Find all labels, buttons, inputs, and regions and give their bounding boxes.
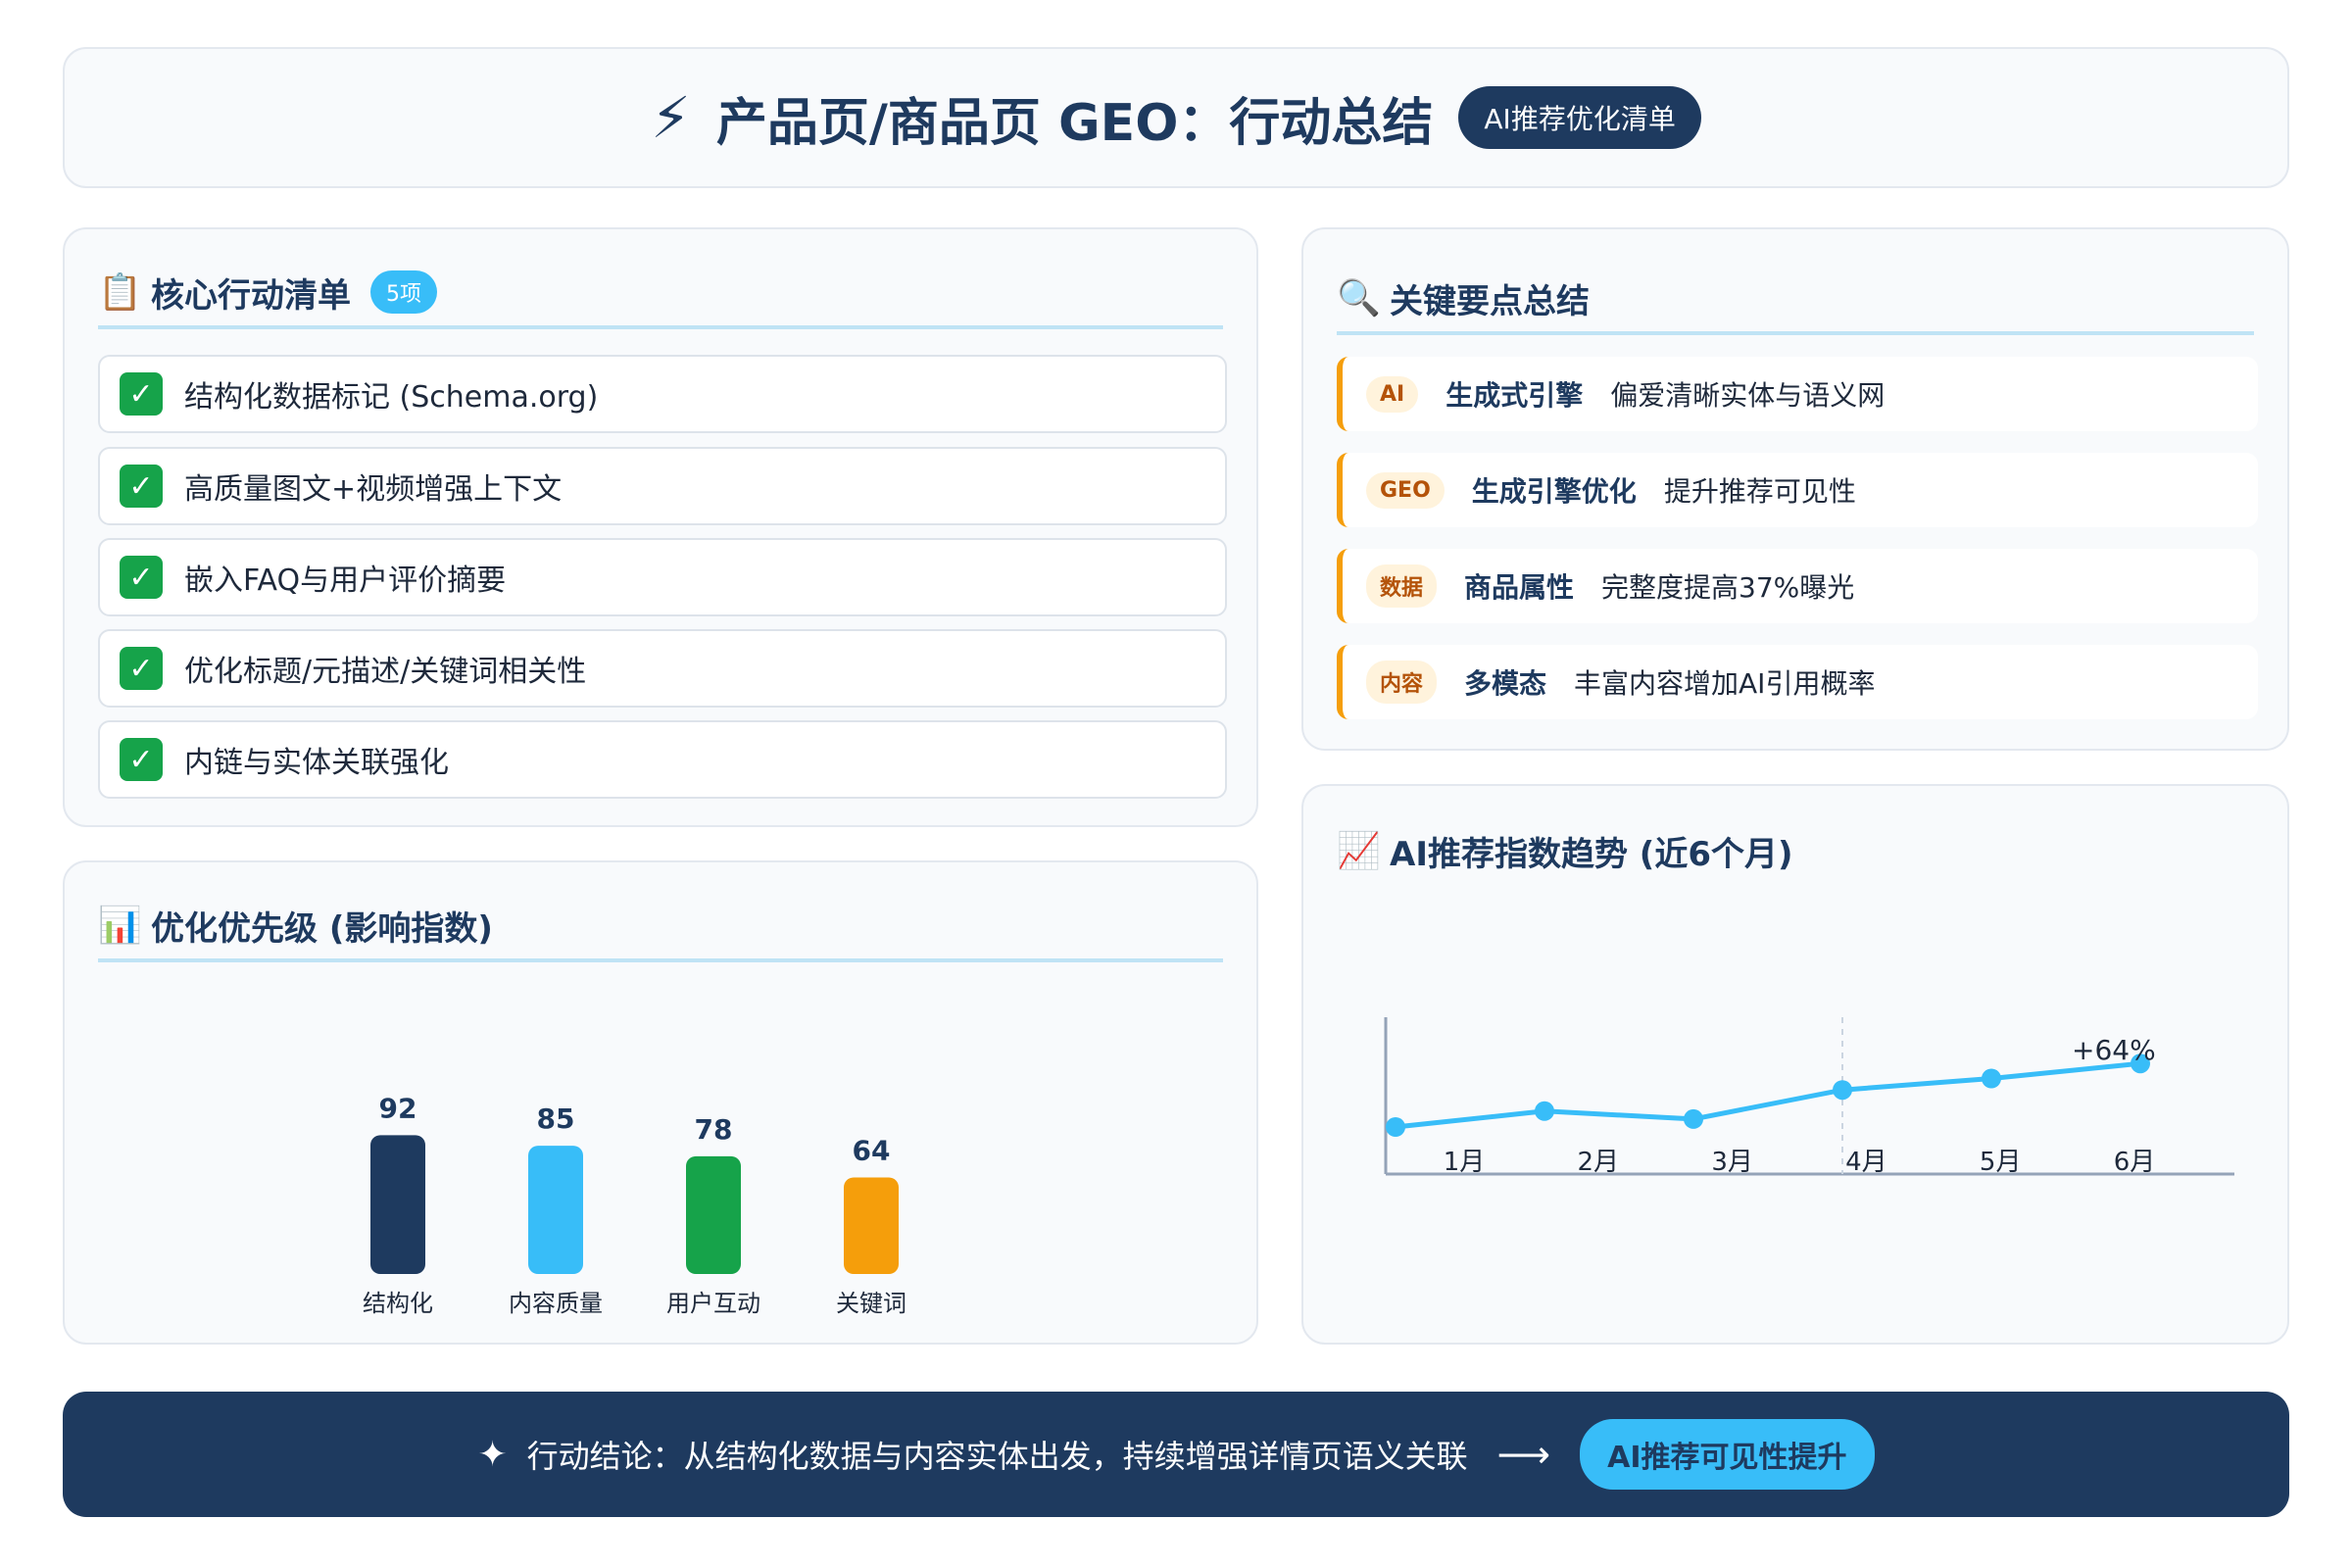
priority-chart-card: 📊 优化优先级 (影响指数) 92 结构化 85 内容质量 78 用户互动 64 关键词: [63, 860, 1258, 1345]
data-point: [1833, 1080, 1852, 1101]
bar-category-label: 用户互动: [666, 1290, 760, 1317]
key-point-key: 多模态: [1464, 667, 1547, 700]
bar: [844, 1177, 899, 1274]
key-points-card: 🔍 关键要点总结 AI 生成式引擎 偏爱清晰实体与语义网 GEO 生成引擎优化 …: [1301, 227, 2289, 751]
x-tick-label: 2月: [1578, 1148, 1620, 1177]
trend-annotation: +64%: [2072, 1034, 2156, 1066]
x-tick-label: 5月: [1980, 1148, 2022, 1177]
key-points-title: 关键要点总结: [1390, 281, 1590, 321]
key-point-item: 数据 商品属性 完整度提高37%曝光: [1337, 549, 2258, 623]
header-tag: AI推荐优化清单: [1458, 86, 1701, 149]
bar: [370, 1135, 425, 1274]
lightning-icon: ⚡: [651, 84, 691, 151]
checkbox-checked-icon[interactable]: ✓: [120, 738, 163, 781]
action-item[interactable]: ✓ 嵌入FAQ与用户评价摘要: [98, 538, 1227, 616]
action-item[interactable]: ✓ 内链与实体关联强化: [98, 720, 1227, 799]
key-point-desc: 丰富内容增加AI引用概率: [1574, 667, 1876, 700]
key-point-badge: 数据: [1366, 564, 1438, 608]
key-point-desc: 偏爱清晰实体与语义网: [1610, 379, 1886, 412]
action-item-label: 结构化数据标记 (Schema.org): [184, 380, 599, 415]
action-item-label: 嵌入FAQ与用户评价摘要: [184, 564, 507, 598]
core-actions-title: 核心行动清单: [151, 275, 351, 316]
priority-bar-chart: 92 结构化 85 内容质量 78 用户互动 64 关键词: [363, 1092, 906, 1317]
key-point-key: 生成引擎优化: [1471, 475, 1637, 508]
key-points-header: 🔍 关键要点总结: [1337, 265, 2254, 335]
checkbox-checked-icon[interactable]: ✓: [120, 465, 163, 508]
arrow-right-icon: ⟶: [1496, 1433, 1551, 1476]
bar-value-label: 64: [853, 1134, 891, 1166]
action-item[interactable]: ✓ 结构化数据标记 (Schema.org): [98, 355, 1227, 433]
action-item[interactable]: ✓ 优化标题/元描述/关键词相关性: [98, 629, 1227, 708]
conclusion-banner: ✦ 行动结论：从结构化数据与内容实体出发，持续增强详情页语义关联 ⟶ AI推荐可…: [63, 1392, 2289, 1517]
checkbox-checked-icon[interactable]: ✓: [120, 372, 163, 416]
data-point: [1684, 1108, 1703, 1129]
clipboard-icon: 📋: [98, 272, 142, 313]
bar-category-label: 结构化: [363, 1290, 433, 1317]
x-tick-label: 3月: [1711, 1148, 1753, 1177]
trend-line: [1395, 1060, 2141, 1130]
bar-value-label: 92: [379, 1092, 417, 1124]
conclusion-text: 行动结论：从结构化数据与内容实体出发，持续增强详情页语义关联: [526, 1438, 1468, 1475]
bar-value-label: 78: [695, 1113, 733, 1146]
bar-category-label: 关键词: [836, 1290, 906, 1317]
checkbox-checked-icon[interactable]: ✓: [120, 556, 163, 599]
key-point-desc: 提升推荐可见性: [1663, 475, 1856, 508]
bar-category-label: 内容质量: [509, 1290, 603, 1317]
action-count-badge: 5项: [370, 270, 437, 314]
bar-value-label: 85: [537, 1102, 575, 1135]
x-tick-label: 6月: [2114, 1148, 2156, 1177]
key-point-key: 商品属性: [1464, 571, 1575, 604]
data-point: [1386, 1117, 1405, 1137]
magnifier-icon: 🔍: [1337, 278, 1381, 318]
key-point-item: AI 生成式引擎 偏爱清晰实体与语义网: [1337, 357, 2258, 431]
x-tick-label: 4月: [1845, 1148, 1887, 1177]
action-item-label: 内链与实体关联强化: [184, 746, 449, 780]
action-item-label: 优化标题/元描述/关键词相关性: [184, 655, 587, 689]
core-actions-header: 📋 核心行动清单 5项: [98, 259, 1223, 329]
bar: [686, 1155, 741, 1274]
trend-chart-card: 📈 AI推荐指数趋势 (近6个月) 1月 2月 3月 4月 5月 6月 +64%: [1301, 784, 2289, 1345]
action-item-label: 高质量图文+视频增强上下文: [184, 472, 563, 507]
page-title: 产品页/商品页 GEO：行动总结: [715, 93, 1434, 153]
visibility-cta-button[interactable]: AI推荐可见性提升: [1580, 1419, 1875, 1490]
bar: [528, 1146, 583, 1274]
core-actions-card: 📋 核心行动清单 5项 ✓ 结构化数据标记 (Schema.org) ✓ 高质量…: [63, 227, 1258, 827]
key-point-badge: AI: [1366, 375, 1419, 413]
key-point-desc: 完整度提高37%曝光: [1601, 571, 1855, 604]
x-tick-label: 1月: [1444, 1148, 1486, 1177]
key-point-badge: GEO: [1366, 471, 1445, 509]
key-point-badge: 内容: [1366, 661, 1438, 704]
action-item[interactable]: ✓ 高质量图文+视频增强上下文: [98, 447, 1227, 525]
data-point: [1535, 1101, 1554, 1121]
checkbox-checked-icon[interactable]: ✓: [120, 647, 163, 690]
trend-line-chart: 1月 2月 3月 4月 5月 6月 +64%: [1384, 1017, 2234, 1177]
key-point-key: 生成式引擎: [1446, 379, 1584, 412]
key-point-item: 内容 多模态 丰富内容增加AI引用概率: [1337, 645, 2258, 719]
key-point-item: GEO 生成引擎优化 提升推荐可见性: [1337, 453, 2258, 527]
sparkle-icon: ✦: [477, 1434, 508, 1475]
data-point: [1982, 1068, 2001, 1089]
page-header: ⚡ 产品页/商品页 GEO：行动总结 AI推荐优化清单: [63, 47, 2289, 188]
